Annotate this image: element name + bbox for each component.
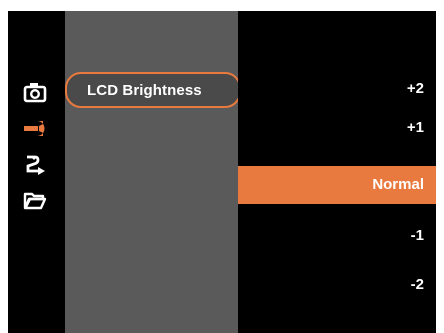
option-minus-2[interactable]: -2 xyxy=(238,266,436,304)
playback-arrow-icon[interactable] xyxy=(23,153,47,175)
option-plus-1[interactable]: +1 xyxy=(238,109,436,147)
lcd-brightness-menu-item[interactable]: LCD Brightness xyxy=(65,72,241,108)
menu-item-label: LCD Brightness xyxy=(87,82,202,99)
wrench-icon[interactable] xyxy=(23,117,47,139)
camera-icon[interactable] xyxy=(23,81,47,103)
option-plus-2[interactable]: +2 xyxy=(238,70,436,108)
brightness-options-panel: +2 +1 Normal -1 -2 xyxy=(238,11,436,333)
category-sidebar xyxy=(8,11,65,333)
settings-list-panel: LCD Brightness xyxy=(65,11,241,333)
option-minus-1[interactable]: -1 xyxy=(238,217,436,255)
camera-menu-screen: LCD Brightness +2 +1 Normal -1 -2 xyxy=(8,11,436,333)
option-normal[interactable]: Normal xyxy=(238,166,436,204)
folder-icon[interactable] xyxy=(23,189,47,211)
